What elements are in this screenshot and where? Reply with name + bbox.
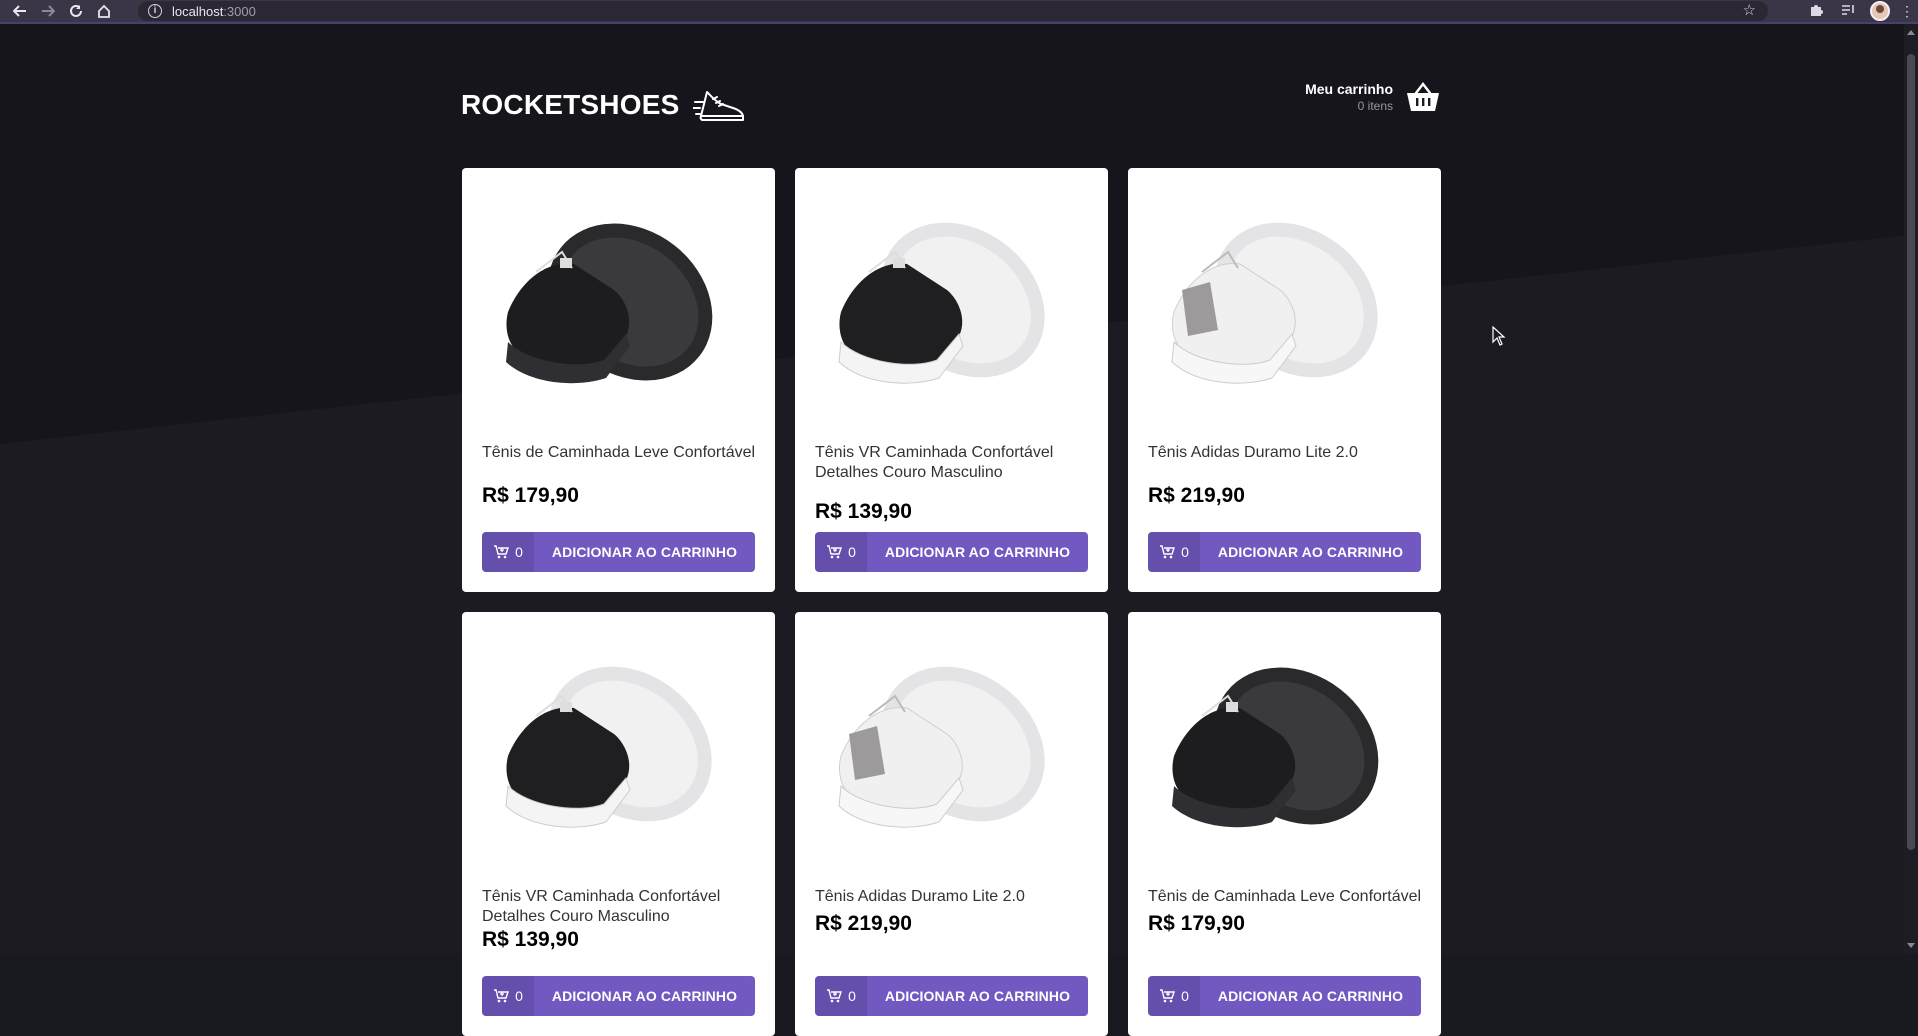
- cart-amount-value: 0: [848, 988, 856, 1004]
- home-button[interactable]: [90, 0, 118, 22]
- add-to-cart-label: ADICIONAR AO CARRINHO: [551, 544, 738, 560]
- product-title: Tênis de Caminhada Leve Confortável: [1148, 888, 1422, 905]
- cart-amount-value: 0: [1181, 544, 1189, 560]
- cart-amount: 0: [815, 976, 867, 1016]
- cart-info: Meu carrinho 0 itens: [1305, 80, 1393, 114]
- product-grid: Tênis de Caminhada Leve Confortável R$ 1…: [462, 168, 1442, 1036]
- add-to-cart-button[interactable]: 0 ADICIONAR AO CARRINHO: [482, 532, 755, 572]
- product-image: [838, 222, 1045, 384]
- basket-icon: [1407, 82, 1439, 111]
- product-card: Tênis Adidas Duramo Lite 2.0 R$ 219,90 0…: [1128, 168, 1441, 592]
- cart-amount: 0: [482, 532, 534, 572]
- cart-amount-value: 0: [848, 544, 856, 560]
- info-icon[interactable]: i: [148, 4, 162, 18]
- mouse-cursor-icon: [1492, 326, 1506, 346]
- extensions-puzzle-icon[interactable]: [1800, 3, 1832, 20]
- product-card: Tênis Adidas Duramo Lite 2.0 R$ 219,90 0…: [795, 612, 1108, 1036]
- product-price: R$ 219,90: [815, 912, 912, 935]
- scroll-thumb[interactable]: [1907, 54, 1915, 850]
- url-port: :3000: [223, 3, 256, 19]
- scroll-down-arrow-icon[interactable]: [1907, 943, 1915, 948]
- media-queue-icon[interactable]: [1832, 3, 1864, 20]
- add-to-cart-label: ADICIONAR AO CARRINHO: [1217, 988, 1404, 1004]
- back-button[interactable]: [6, 0, 34, 22]
- site-header: ROCKETSHOES Meu carrinho 0 itens: [461, 80, 1441, 122]
- cart-link[interactable]: Meu carrinho 0 itens: [1305, 80, 1441, 114]
- product-title: Tênis Adidas Duramo Lite 2.0: [1148, 444, 1358, 461]
- add-to-cart-button[interactable]: 0 ADICIONAR AO CARRINHO: [482, 976, 755, 1016]
- scroll-up-arrow-icon[interactable]: [1907, 30, 1915, 35]
- bookmark-star-icon[interactable]: ☆: [1743, 1, 1756, 21]
- product-image: [1171, 222, 1378, 384]
- browser-toolbar: i localhost:3000 ☆ ⋮: [0, 0, 1918, 24]
- product-image: [1172, 667, 1379, 828]
- profile-avatar[interactable]: [1870, 1, 1890, 21]
- product-card: Tênis VR Caminhada Confortável Detalhes …: [795, 168, 1108, 592]
- add-cart-icon: [494, 989, 510, 1003]
- browser-actions: ⋮: [1800, 0, 1918, 22]
- add-to-cart-label: ADICIONAR AO CARRINHO: [551, 988, 738, 1004]
- reload-button[interactable]: [62, 0, 90, 22]
- add-cart-icon: [827, 989, 843, 1003]
- product-title: Tênis VR Caminhada Confortável Detalhes …: [815, 444, 1054, 481]
- add-cart-icon: [1160, 545, 1176, 559]
- product-image: [505, 666, 712, 828]
- logo-text: ROCKETSHOES: [461, 89, 680, 120]
- address-bar[interactable]: i localhost:3000 ☆: [138, 1, 1768, 21]
- add-to-cart-label: ADICIONAR AO CARRINHO: [1217, 544, 1404, 560]
- cart-amount-value: 0: [515, 988, 523, 1004]
- add-to-cart-label: ADICIONAR AO CARRINHO: [884, 988, 1071, 1004]
- product-title: Tênis Adidas Duramo Lite 2.0: [815, 888, 1025, 905]
- add-cart-icon: [827, 545, 843, 559]
- logo-link[interactable]: ROCKETSHOES: [461, 86, 747, 124]
- product-price: R$ 139,90: [482, 928, 579, 951]
- sneaker-logo-icon: [693, 91, 745, 121]
- cart-amount: 0: [1148, 532, 1200, 572]
- add-cart-icon: [494, 545, 510, 559]
- add-cart-icon: [1160, 989, 1176, 1003]
- add-to-cart-label: ADICIONAR AO CARRINHO: [884, 544, 1071, 560]
- add-to-cart-button[interactable]: 0 ADICIONAR AO CARRINHO: [1148, 976, 1421, 1016]
- product-image: [506, 223, 713, 384]
- product-card: Tênis de Caminhada Leve Confortável R$ 1…: [462, 168, 775, 592]
- cart-amount-value: 0: [1181, 988, 1189, 1004]
- product-price: R$ 139,90: [815, 500, 912, 523]
- product-card: Tênis VR Caminhada Confortável Detalhes …: [462, 612, 775, 1036]
- product-price: R$ 219,90: [1148, 484, 1245, 507]
- cart-amount: 0: [815, 532, 867, 572]
- add-to-cart-button[interactable]: 0 ADICIONAR AO CARRINHO: [815, 532, 1088, 572]
- product-title: Tênis VR Caminhada Confortável Detalhes …: [482, 888, 721, 925]
- add-to-cart-button[interactable]: 0 ADICIONAR AO CARRINHO: [1148, 532, 1421, 572]
- cart-amount: 0: [1148, 976, 1200, 1016]
- cart-amount-value: 0: [515, 544, 523, 560]
- product-price: R$ 179,90: [1148, 912, 1245, 935]
- forward-button[interactable]: [34, 0, 62, 22]
- cart-count: 0 itens: [1357, 99, 1393, 113]
- cart-amount: 0: [482, 976, 534, 1016]
- product-title: Tênis de Caminhada Leve Confortável: [482, 444, 756, 461]
- cart-title: Meu carrinho: [1305, 81, 1393, 97]
- url-text: localhost:3000: [172, 4, 256, 19]
- menu-kebab-icon[interactable]: ⋮: [1896, 3, 1918, 20]
- url-host: localhost: [172, 3, 224, 19]
- product-price: R$ 179,90: [482, 484, 579, 507]
- page-scrollbar[interactable]: [1904, 24, 1918, 954]
- product-image: [838, 666, 1045, 828]
- add-to-cart-button[interactable]: 0 ADICIONAR AO CARRINHO: [815, 976, 1088, 1016]
- product-card: Tênis de Caminhada Leve Confortável R$ 1…: [1128, 612, 1441, 1036]
